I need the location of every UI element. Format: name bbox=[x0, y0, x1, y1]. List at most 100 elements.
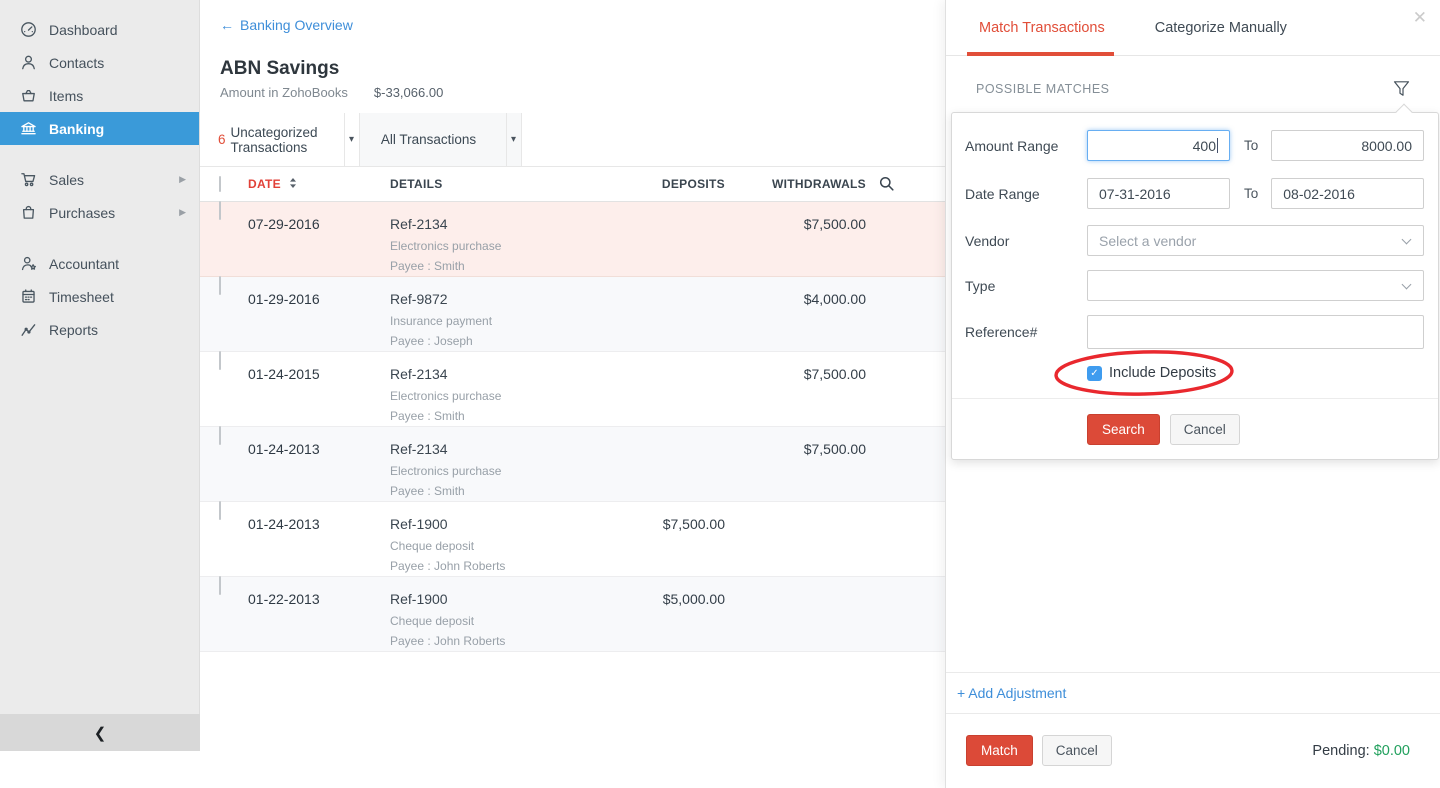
to-label: To bbox=[1244, 186, 1258, 201]
match-button[interactable]: Match bbox=[966, 735, 1033, 766]
column-header-deposits[interactable]: DEPOSITS bbox=[650, 177, 725, 191]
vendor-row: Vendor Select a vendor bbox=[965, 225, 1424, 256]
row-date: 01-24-2015 bbox=[248, 366, 390, 382]
panel-footer: Match Cancel Pending: $0.00 bbox=[946, 714, 1440, 766]
date-from-input[interactable]: 07-31-2016 bbox=[1087, 178, 1230, 209]
purchases-icon bbox=[20, 204, 37, 221]
table-row[interactable]: 01-24-2013 Ref-1900 Cheque deposit Payee… bbox=[200, 502, 945, 577]
popover-caret bbox=[1396, 104, 1413, 121]
type-label: Type bbox=[965, 278, 1087, 294]
sidebar-item-contacts[interactable]: Contacts bbox=[0, 46, 199, 79]
vendor-select[interactable]: Select a vendor bbox=[1087, 225, 1424, 256]
sidebar-nav: Dashboard Contacts Items Banking Sales ▶… bbox=[0, 0, 199, 346]
type-select[interactable] bbox=[1087, 270, 1424, 301]
possible-matches-title: POSSIBLE MATCHES bbox=[976, 82, 1110, 96]
filter-actions: Search Cancel bbox=[1087, 414, 1240, 445]
sales-icon bbox=[20, 171, 37, 188]
date-range-row: Date Range 07-31-2016 To 08-02-2016 bbox=[965, 178, 1424, 209]
row-description: Electronics purchase bbox=[390, 239, 650, 253]
sidebar-item-label: Timesheet bbox=[49, 289, 114, 305]
column-header-details[interactable]: DETAILS bbox=[390, 177, 650, 191]
row-payee: Payee : John Roberts bbox=[390, 634, 650, 648]
sidebar-item-accountant[interactable]: Accountant bbox=[0, 247, 199, 280]
filter-funnel-icon[interactable] bbox=[1393, 80, 1410, 98]
account-amount: Amount in ZohoBooks$-33,066.00 bbox=[220, 85, 443, 100]
chevron-left-icon: ❮ bbox=[94, 724, 107, 742]
row-checkbox[interactable] bbox=[219, 426, 221, 445]
reference-label: Reference# bbox=[965, 324, 1087, 340]
chevron-right-icon: ▶ bbox=[179, 207, 186, 218]
row-withdrawal-amount: $7,500.00 bbox=[725, 441, 866, 457]
row-description: Cheque deposit bbox=[390, 614, 650, 628]
all-transactions-label: All Transactions bbox=[360, 132, 497, 147]
tab-categorize-manually[interactable]: Categorize Manually bbox=[1155, 20, 1287, 36]
row-payee: Payee : Smith bbox=[390, 484, 650, 498]
row-payee: Payee : John Roberts bbox=[390, 559, 650, 573]
account-title: ABN Savings bbox=[220, 58, 339, 80]
row-checkbox[interactable] bbox=[219, 201, 221, 220]
row-date: 01-22-2013 bbox=[248, 591, 390, 607]
match-cancel-button[interactable]: Cancel bbox=[1042, 735, 1112, 766]
add-adjustment-link[interactable]: + Add Adjustment bbox=[957, 685, 1066, 701]
row-date: 01-24-2013 bbox=[248, 441, 390, 457]
select-all-checkbox[interactable] bbox=[219, 176, 221, 192]
amount-to-input[interactable]: 8000.00 bbox=[1271, 130, 1424, 161]
sidebar-item-label: Banking bbox=[49, 121, 104, 137]
sidebar-item-label: Reports bbox=[49, 322, 98, 338]
date-range-label: Date Range bbox=[965, 186, 1087, 202]
sidebar-item-purchases[interactable]: Purchases ▶ bbox=[0, 196, 199, 229]
sidebar-item-items[interactable]: Items bbox=[0, 79, 199, 112]
row-checkbox[interactable] bbox=[219, 501, 221, 520]
row-description: Electronics purchase bbox=[390, 464, 650, 478]
sidebar-item-banking[interactable]: Banking bbox=[0, 112, 199, 145]
dashboard-icon bbox=[20, 21, 37, 38]
banking-overview-back-link[interactable]: ←Banking Overview bbox=[220, 17, 353, 33]
row-deposit-amount: $7,500.00 bbox=[650, 516, 725, 532]
back-arrow-icon: ← bbox=[220, 17, 234, 33]
row-checkbox[interactable] bbox=[219, 276, 221, 295]
chevron-down-icon bbox=[1402, 235, 1412, 245]
sidebar-item-dashboard[interactable]: Dashboard bbox=[0, 13, 199, 46]
table-row[interactable]: 07-29-2016 Ref-2134 Electronics purchase… bbox=[200, 202, 945, 277]
include-deposits-checkbox[interactable]: ✓ bbox=[1087, 366, 1102, 381]
sidebar-item-reports[interactable]: Reports bbox=[0, 313, 199, 346]
table-header: DATE DETAILS DEPOSITS WITHDRAWALS bbox=[200, 167, 945, 202]
sidebar-item-label: Accountant bbox=[49, 256, 119, 272]
date-to-input[interactable]: 08-02-2016 bbox=[1271, 178, 1424, 209]
row-withdrawal-amount: $7,500.00 bbox=[725, 216, 866, 232]
row-description: Cheque deposit bbox=[390, 539, 650, 553]
table-row[interactable]: 01-24-2013 Ref-2134 Electronics purchase… bbox=[200, 427, 945, 502]
uncategorized-transactions-dropdown[interactable]: 6 Uncategorized Transactions ▾ bbox=[200, 113, 360, 166]
pending-amount: Pending: $0.00 bbox=[1312, 743, 1410, 759]
amount-value: $-33,066.00 bbox=[374, 85, 443, 100]
type-row: Type bbox=[965, 270, 1424, 301]
all-transactions-dropdown[interactable]: All Transactions ▾ bbox=[360, 113, 522, 166]
reference-input[interactable] bbox=[1087, 315, 1424, 349]
row-checkbox[interactable] bbox=[219, 351, 221, 370]
filter-cancel-button[interactable]: Cancel bbox=[1170, 414, 1240, 445]
row-payee: Payee : Smith bbox=[390, 409, 650, 423]
row-checkbox[interactable] bbox=[219, 576, 221, 595]
sidebar-item-sales[interactable]: Sales ▶ bbox=[0, 163, 199, 196]
search-icon[interactable] bbox=[879, 176, 895, 192]
sidebar-collapse-button[interactable]: ❮ bbox=[0, 714, 200, 751]
to-label: To bbox=[1244, 138, 1258, 153]
amount-from-input[interactable]: 400 bbox=[1087, 130, 1230, 161]
tab-match-transactions[interactable]: Match Transactions bbox=[979, 20, 1105, 36]
row-reference: Ref-2134 bbox=[390, 366, 650, 382]
sidebar-item-label: Contacts bbox=[49, 55, 104, 71]
close-icon[interactable]: ✕ bbox=[1413, 8, 1427, 28]
table-row[interactable]: 01-22-2013 Ref-1900 Cheque deposit Payee… bbox=[200, 577, 945, 652]
chevron-down-icon bbox=[1402, 280, 1412, 290]
column-header-date[interactable]: DATE bbox=[248, 177, 281, 191]
sidebar-item-timesheet[interactable]: Timesheet bbox=[0, 280, 199, 313]
table-row[interactable]: 01-29-2016 Ref-9872 Insurance payment Pa… bbox=[200, 277, 945, 352]
search-button[interactable]: Search bbox=[1087, 414, 1160, 445]
main-content: ←Banking Overview ABN Savings Amount in … bbox=[200, 0, 945, 788]
transactions-table: 07-29-2016 Ref-2134 Electronics purchase… bbox=[200, 202, 945, 652]
uncategorized-label: Uncategorized Transactions bbox=[231, 125, 336, 155]
text-cursor bbox=[1217, 138, 1218, 153]
sidebar-item-label: Purchases bbox=[49, 205, 115, 221]
table-row[interactable]: 01-24-2015 Ref-2134 Electronics purchase… bbox=[200, 352, 945, 427]
column-header-withdrawals[interactable]: WITHDRAWALS bbox=[725, 177, 866, 191]
